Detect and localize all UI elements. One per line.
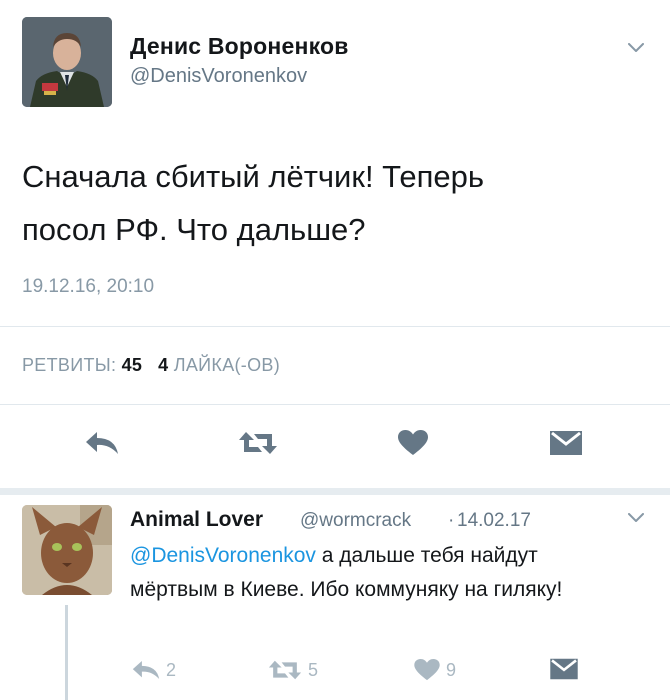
reply-author-avatar[interactable] [22,505,112,595]
like-count: 9 [446,659,457,680]
reply-date[interactable]: 14.02.17 [457,510,531,532]
retweet-button[interactable] [236,428,280,458]
tweet-timestamp[interactable]: 19.12.16, 20:10 [22,276,154,298]
reply-count: 2 [166,659,177,680]
reply-icon [86,432,118,454]
divider [0,326,670,327]
direct-message-icon [550,658,578,680]
reply-like-button[interactable]: 9 [414,659,456,681]
reply-author-avatar-photo [22,505,112,595]
section-separator [0,488,670,495]
reply-retweet-button[interactable]: 5 [268,659,318,681]
reply-author-display-name[interactable]: Animal Lover [130,508,263,532]
reply-reply-button[interactable]: 2 [132,659,176,681]
likes-count[interactable]: 4 [158,355,168,375]
divider [0,404,670,405]
reply-button[interactable] [84,428,120,458]
retweet-icon [239,432,277,454]
retweet-icon [268,660,302,680]
reply-meta-separator: · [448,510,455,531]
direct-message-button[interactable] [548,428,584,458]
chevron-down-icon[interactable] [628,43,644,53]
tweet-text-line: посол РФ. Что дальше? [22,212,366,247]
like-button[interactable] [395,428,431,458]
chevron-down-icon[interactable] [628,513,644,523]
tweet-text: Сначала сбитый лётчик! Теперь посол РФ. … [22,150,582,256]
reply-icon [132,660,160,680]
likes-label[interactable]: ЛАЙКА(-ОВ) [174,355,280,375]
reply-direct-message-button[interactable] [549,657,585,681]
direct-message-icon [550,431,582,455]
author-avatar[interactable] [22,17,112,107]
tweet-text-line: Сначала сбитый лётчик! Теперь [22,159,485,194]
retweets-label: РЕТВИТЫ: [22,355,117,375]
heart-icon [398,430,428,455]
thread-connector-line [65,605,68,700]
author-display-name[interactable]: Денис Вороненков [130,33,349,60]
engagement-stats: РЕТВИТЫ: 45 4 ЛАЙКА(-ОВ) [22,355,280,376]
retweets-count[interactable]: 45 [122,355,143,375]
author-handle[interactable]: @DenisVoronenkov [130,65,307,88]
reply-mention-link[interactable]: @DenisVoronenkov [130,544,316,567]
author-avatar-photo [22,17,112,107]
reply-text: @DenisVoronenkov а дальше тебя найдут мё… [130,539,600,607]
heart-icon [414,659,440,681]
reply-author-handle[interactable]: @wormcrack [300,510,411,532]
retweet-count: 5 [308,659,319,680]
